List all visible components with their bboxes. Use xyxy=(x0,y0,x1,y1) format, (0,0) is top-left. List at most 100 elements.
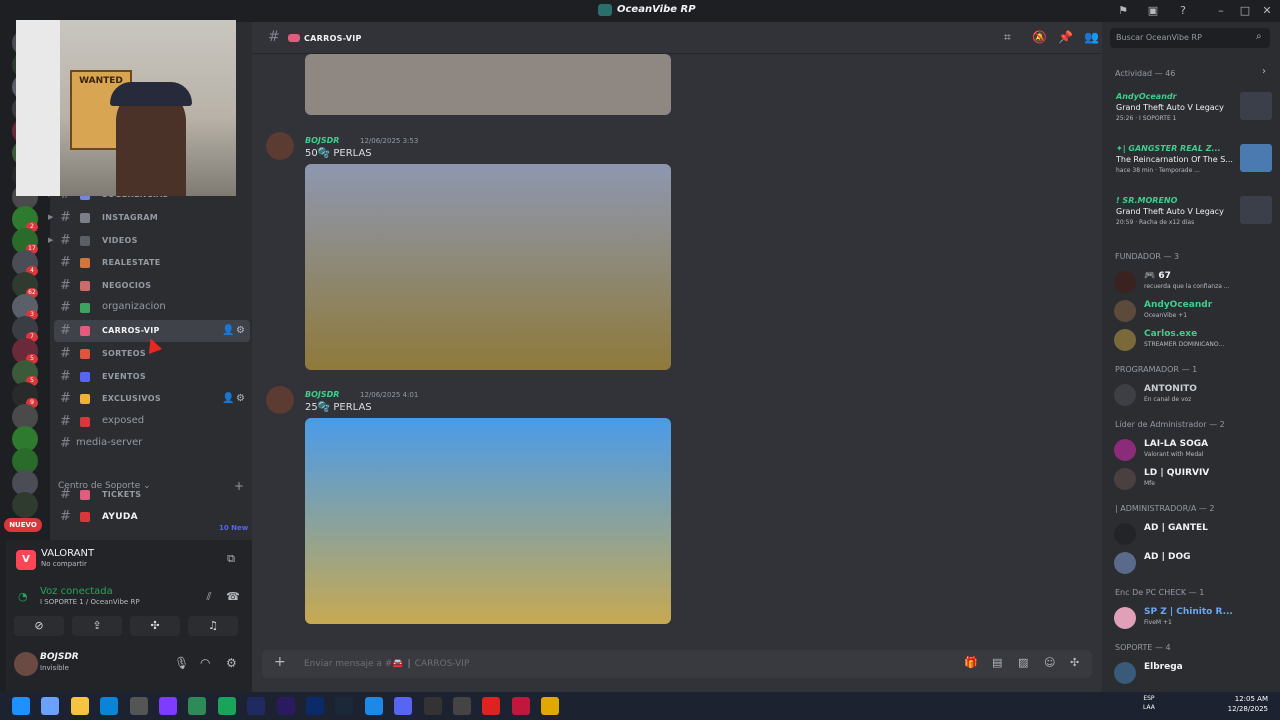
app-icon[interactable] xyxy=(364,697,383,715)
channel-settings-icon[interactable]: ⚙ xyxy=(236,325,245,336)
title-bar: OceanVibe RP ⚑ ▣ ? – □ ✕ xyxy=(0,0,1280,22)
member-item[interactable]: LAI-LA SOGA Valorant with Medal xyxy=(1110,436,1276,464)
channel-item[interactable]: # EVENTOS xyxy=(54,366,250,388)
after-effects-icon[interactable] xyxy=(306,697,324,715)
premiere-icon[interactable] xyxy=(276,697,295,715)
minimize-icon[interactable]: – xyxy=(1214,4,1228,18)
app-icon[interactable] xyxy=(511,697,530,715)
clock-date: 12/28/2025 xyxy=(1227,705,1268,713)
channel-item[interactable]: # NEGOCIOS xyxy=(54,275,250,297)
add-channel-icon[interactable]: + xyxy=(234,479,244,493)
member-item[interactable]: 🎮 67 recuerda que la confianza ... xyxy=(1110,268,1276,296)
close-icon[interactable]: ✕ xyxy=(1260,4,1274,18)
edge-icon[interactable] xyxy=(100,697,119,715)
gift-icon[interactable]: 🎁 xyxy=(964,656,978,669)
search-box[interactable]: Buscar OceanVibe RP ⌕ xyxy=(1110,28,1270,48)
message-image-previous[interactable] xyxy=(305,54,671,115)
sticker-icon[interactable]: ▨ xyxy=(1018,656,1028,669)
app-icon[interactable] xyxy=(482,697,501,715)
discord-icon[interactable] xyxy=(394,697,413,715)
xbox-icon[interactable] xyxy=(188,697,207,715)
copilot-icon[interactable] xyxy=(41,697,60,715)
share-screen-icon[interactable]: ⧉ xyxy=(224,552,238,566)
avatar xyxy=(1114,271,1136,293)
message-image[interactable] xyxy=(305,164,671,370)
add-member-icon[interactable]: 👤 xyxy=(222,393,234,404)
member-item[interactable]: LD | QUIRVIV Mfe xyxy=(1110,465,1276,493)
apps-icon[interactable]: ✣ xyxy=(1070,656,1079,669)
headphones-icon[interactable]: ◠ xyxy=(200,656,210,670)
member-item[interactable]: AD | GANTEL xyxy=(1110,520,1276,548)
file-explorer-icon[interactable] xyxy=(70,697,89,715)
game-name: VALORANT xyxy=(41,548,95,559)
channel-settings-icon[interactable]: ⚙ xyxy=(236,393,245,404)
app-icon[interactable] xyxy=(159,697,177,715)
expand-arrow-icon[interactable]: ▶ xyxy=(48,236,53,244)
soundboard-button[interactable]: ♫ xyxy=(188,616,238,636)
pin-icon[interactable]: 📌 xyxy=(1058,30,1073,44)
avatar[interactable] xyxy=(14,652,38,676)
screen-share-button[interactable]: ⇪ xyxy=(72,616,122,636)
channel-item[interactable]: ▶ # INSTAGRAM xyxy=(48,207,250,229)
message-author[interactable]: BOJSDR xyxy=(305,390,339,399)
member-list-icon[interactable]: 👥 xyxy=(1084,30,1099,44)
add-member-icon[interactable]: 👤 xyxy=(222,325,234,336)
message-input[interactable] xyxy=(304,650,904,678)
server-icon[interactable] xyxy=(12,492,38,518)
activity-card[interactable]: AndyOceandr Grand Theft Auto V Legacy 25:2… xyxy=(1110,92,1276,136)
message-author[interactable]: BOJSDR xyxy=(305,136,339,145)
settings-gear-icon[interactable]: ⚙ xyxy=(226,656,237,670)
hash-icon: # xyxy=(60,369,71,384)
category-soporte[interactable]: Centro de Soporte ⌄ xyxy=(58,481,151,491)
channel-item[interactable]: # organizacion xyxy=(54,297,250,319)
activities-button[interactable]: ✣ xyxy=(130,616,180,636)
voice-connected-title[interactable]: Voz conectada xyxy=(40,586,113,597)
camera-off-button[interactable]: ⊘ xyxy=(14,616,64,636)
avatar[interactable] xyxy=(266,132,294,160)
disconnect-icon[interactable]: ☎ xyxy=(226,590,240,604)
activity-card[interactable]: ! SR.MORENO Grand Theft Auto V Legacy 20:5… xyxy=(1110,196,1276,240)
avatar[interactable] xyxy=(266,386,294,414)
activity-card[interactable]: ✦| GANGSTER REAL Z... The Reincarnation O… xyxy=(1110,144,1276,188)
member-item[interactable]: AD | DOG xyxy=(1110,549,1276,577)
member-item[interactable]: AndyOceandr OceanVibe +1 xyxy=(1110,297,1276,325)
avatar xyxy=(1114,439,1136,461)
store-icon[interactable] xyxy=(129,697,148,715)
calendar-icon xyxy=(80,372,90,382)
member-item[interactable]: ANTONITO En canal de voz xyxy=(1110,381,1276,409)
channel-item[interactable]: # REALESTATE xyxy=(54,252,250,274)
user-panel: V VALORANT No compartir ⧉ ◔ Voz conectad… xyxy=(6,540,252,692)
attach-plus-icon[interactable]: + xyxy=(274,654,286,670)
maximize-icon[interactable]: □ xyxy=(1238,4,1252,18)
gif-icon[interactable]: ▤ xyxy=(992,656,1002,669)
member-item[interactable]: Carlos.exe STREAMER DOMINICANO... xyxy=(1110,326,1276,354)
noise-suppression-icon[interactable]: ⫽ xyxy=(202,590,216,604)
channel-item[interactable]: # exposed xyxy=(54,411,250,433)
member-item[interactable]: Elbrega xyxy=(1110,659,1276,687)
photoshop-icon[interactable] xyxy=(247,697,266,715)
windows-start-icon[interactable] xyxy=(12,697,30,715)
channel-item[interactable]: # media-server xyxy=(54,433,250,455)
settings-icon[interactable] xyxy=(453,697,471,715)
steam-icon[interactable] xyxy=(335,697,354,715)
threads-icon[interactable]: ⌗ xyxy=(1004,30,1011,45)
chat-area: # CARROS-VIP ⌗ 🔕 📌 👥 BOJSDR 12/06/2025 3:… xyxy=(252,22,1102,692)
mute-bell-icon[interactable]: 🔕 xyxy=(1032,30,1047,44)
screen-icon[interactable]: ▣ xyxy=(1146,4,1160,18)
keyboard-language[interactable]: ESP LAA xyxy=(1143,694,1155,712)
chevron-right-icon[interactable]: › xyxy=(1262,66,1266,77)
app-icon[interactable] xyxy=(217,697,236,715)
microphone-icon[interactable]: 🎙 xyxy=(174,656,189,670)
message-image[interactable] xyxy=(305,418,671,624)
emoji-icon[interactable]: ☺ xyxy=(1044,656,1055,669)
expand-arrow-icon[interactable]: ▶ xyxy=(48,213,53,221)
channel-item[interactable]: ▶ # VIDEOS xyxy=(48,230,250,252)
channel-item[interactable]: # EXCLUSIVOS 👤 ⚙ xyxy=(54,388,250,410)
inbox-flag-icon[interactable]: ⚑ xyxy=(1116,4,1130,18)
hash-icon: # xyxy=(60,323,71,338)
member-item[interactable]: SP Z | Chinito R... FiveM +1 xyxy=(1110,604,1276,632)
clock[interactable]: 12:05 AM 12/28/2025 xyxy=(1224,694,1268,714)
app-icon[interactable] xyxy=(423,697,442,715)
chrome-icon[interactable] xyxy=(541,697,560,715)
help-icon[interactable]: ? xyxy=(1176,4,1190,18)
